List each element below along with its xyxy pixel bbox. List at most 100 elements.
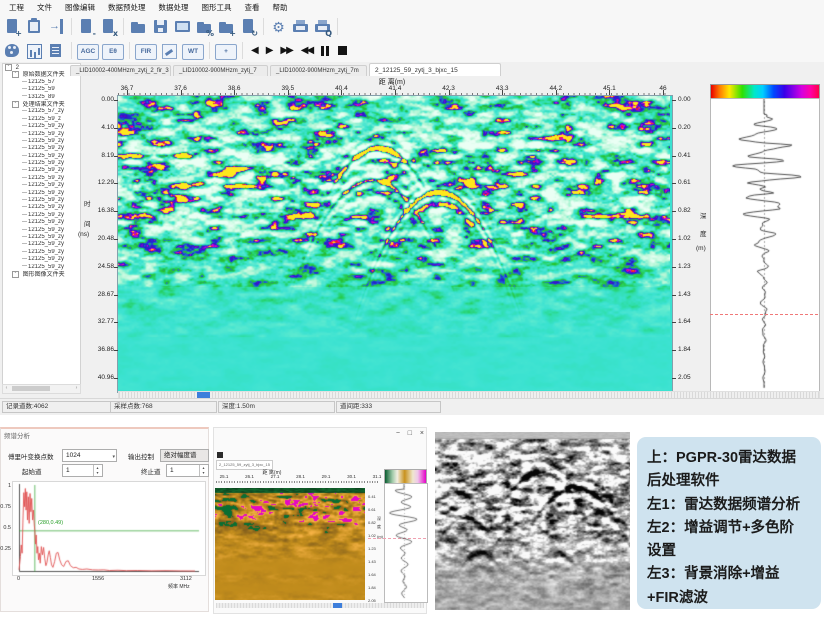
menu-item-工程[interactable]: 工程 [9,2,24,13]
project-tree[interactable]: - 2- 原始数据文件夹12125_5712125_5913125_89- 处理… [2,63,81,394]
tree-folder-图形图像文件夹[interactable]: - 图形图像文件夹 [3,271,80,278]
tree-item[interactable]: 12125_59_zy [3,138,80,145]
tree-item[interactable]: 12125_59_zy [3,190,80,197]
annotation-box: 上：PGPR-30雷达数据后处理软件左1：雷达数据频谱分析左2：增益调节+多色阶… [637,437,821,609]
tree-item[interactable]: 12125_59_zy [3,241,80,248]
agc-gain-button[interactable]: AGC [77,44,99,60]
menu-item-数据处理[interactable]: 数据处理 [159,2,189,13]
fir-filter-button[interactable]: FIR [135,44,157,60]
time-axis-label: 时 [84,198,91,208]
tree-item[interactable]: 12125_59_zy [3,204,80,211]
tree-item[interactable]: 12125_59_zy [3,219,80,226]
tree-item[interactable]: 12125_59_zy [3,175,80,182]
menu-item-数据预处理[interactable]: 数据预处理 [108,2,146,13]
menu-item-图像编辑[interactable]: 图像编辑 [65,2,95,13]
tree-scroll-thumb[interactable] [12,386,50,391]
tab-2_12125_59_zytj_3_bjxc_15[interactable]: 2_12125_59_zytj_3_bjxc_15 [369,63,501,76]
histogram-icon[interactable] [25,42,44,60]
export-file-icon[interactable]: - [77,18,96,36]
tab-_LID10002-900MHzm_zytj_7m[interactable]: _LID10002-900MHzm_zytj_7m [270,65,367,76]
wavelet-button[interactable]: WT [182,44,204,60]
gain-radar-canvas [215,488,365,600]
scroll-left-icon[interactable]: ‹ [3,385,10,392]
print-preview-icon[interactable]: Q [313,18,332,36]
tree-folder-原始数据文件夹[interactable]: - 原始数据文件夹 [3,71,80,78]
start-trace-spinner[interactable]: 1 ▴▾ [62,464,103,477]
stop-button[interactable] [335,42,350,60]
spectrum-x-tick: 3112 [180,576,192,582]
refresh-file-icon[interactable]: ↻ [239,18,258,36]
tree-item[interactable]: 12125_59_zy [3,145,80,152]
folder-add-icon[interactable]: + [217,18,236,36]
tab-_LID10002-400MHzm_zytj_2_fir_3[interactable]: _LID10002-400MHzm_zytj_2_fir_3 [70,65,171,76]
gain-scroll-thumb[interactable] [333,603,342,608]
menu-item-文件[interactable]: 文件 [37,2,52,13]
open-folder-icon[interactable] [129,18,148,36]
tree-item[interactable]: 12125_57 [3,79,80,86]
minimize-icon[interactable]: − [396,430,400,437]
tree-folder-处理结果文件夹[interactable]: - 处理结果文件夹 [3,101,80,108]
end-trace-spinner[interactable]: 1 ▴▾ [166,464,209,477]
menu-item-图形工具[interactable]: 图形工具 [202,2,232,13]
depth-tick: 1.43 [678,291,702,298]
trace-list-icon[interactable] [47,42,66,60]
tree-item[interactable]: 12125_59_zy [3,256,80,263]
new-file-icon[interactable]: + [3,18,22,36]
palette-icon[interactable] [3,42,22,60]
spinner-arrows-icon[interactable]: ▴▾ [199,465,207,476]
tree-item[interactable]: 12125_59_zy [3,227,80,234]
edit-brush-icon[interactable] [160,42,179,60]
paste-icon[interactable] [25,18,44,36]
fft-points-value: 1024 [66,452,80,459]
settings-gear-icon[interactable]: ⚙ [269,18,288,36]
depth-axis-label: 深 [700,210,707,220]
tree-horizontal-scrollbar[interactable]: ‹ › [2,384,81,394]
tree-item[interactable]: 12125_57_zy [3,108,80,115]
tree-item[interactable]: 12125_59_zy [3,234,80,241]
maximize-icon[interactable]: □ [408,430,412,437]
rewind-button[interactable]: ◀◀ [298,42,315,60]
output-control-field[interactable]: 绝对幅度谱 [160,449,209,462]
pause-button[interactable] [318,42,332,60]
folder-extract-icon[interactable]: % [195,18,214,36]
phase-button[interactable]: Eθ [102,44,124,60]
tree-item[interactable]: 12125_59_zy [3,167,80,174]
save-icon[interactable] [151,18,170,36]
tree-item[interactable]: 12125_59_zy [3,249,80,256]
menu-item-查看[interactable]: 查看 [245,2,260,13]
menu-bar: 工程 文件 图像编辑 数据预处理 数据处理 图形工具 查看 帮助 [0,0,824,14]
scroll-right-icon[interactable]: › [73,385,80,392]
tree-item[interactable]: 12125_59_zy [3,197,80,204]
tree-item[interactable]: 12125_59_z [3,116,80,123]
tree-item[interactable]: 12125_59_zy [3,264,80,271]
tree-item[interactable]: 12125_59_zy [3,153,80,160]
menu-item-帮助[interactable]: 帮助 [273,2,288,13]
tool-square-icon[interactable] [217,452,223,458]
tree-root[interactable]: - 2 [3,64,80,71]
import-icon[interactable]: → [47,18,66,36]
tree-item[interactable]: 12125_59_zy [3,123,80,130]
play-button[interactable]: ▶ [263,42,275,60]
annotation-line: 左2：增益调节+多色阶 [647,517,813,540]
save-image-icon[interactable] [173,18,192,36]
tree-item[interactable]: 13125_89 [3,94,80,101]
tick-mark [114,156,118,157]
tree-item[interactable]: 12125_59_zy [3,182,80,189]
gain-horizontal-scrollbar[interactable] [216,603,424,608]
annotation-line: 左3：背景消除+增益 [647,563,813,586]
tab-_LID10002-900MHzm_zytj_7[interactable]: _LID10002-900MHzm_zytj_7 [173,65,268,76]
delete-file-icon[interactable]: x [99,18,118,36]
tree-item[interactable]: 12125_59_zy [3,212,80,219]
tick-mark [672,350,676,351]
fft-points-select[interactable]: 1024 ▾ [62,449,117,462]
spinner-arrows-icon[interactable]: ▴▾ [93,465,101,476]
tree-item[interactable]: 12125_59_zy [3,131,80,138]
print-icon[interactable] [291,18,310,36]
tree-item[interactable]: 12125_59_zy [3,160,80,167]
fit-view-button[interactable]: + [215,44,237,60]
step-back-button[interactable]: ◀ [248,42,260,60]
depth-tick: 0.20 [678,124,702,131]
close-icon[interactable]: × [420,430,424,437]
fast-forward-button[interactable]: ▶▶ [277,42,294,60]
tree-item[interactable]: 12125_59 [3,86,80,93]
